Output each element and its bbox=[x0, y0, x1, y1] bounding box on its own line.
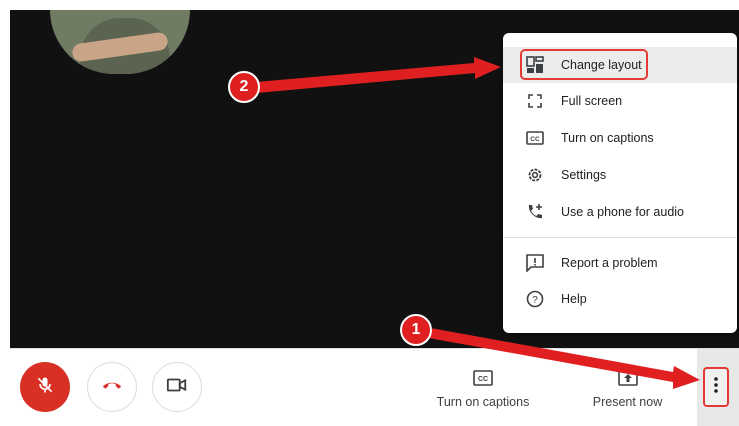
menu-item-use-phone-audio[interactable]: Use a phone for audio bbox=[503, 194, 737, 230]
hangup-phone-icon bbox=[101, 378, 123, 396]
captions-label: Turn on captions bbox=[436, 395, 530, 409]
menu-item-label: Report a problem bbox=[561, 256, 658, 270]
participant-avatar bbox=[50, 10, 190, 74]
menu-item-label: Use a phone for audio bbox=[561, 205, 685, 219]
mic-toggle-button[interactable] bbox=[20, 362, 70, 412]
turn-on-captions-button[interactable]: CC Turn on captions bbox=[428, 367, 538, 409]
options-menu: Change layout Full screen CC Turn on cap… bbox=[503, 33, 737, 333]
hangup-button[interactable] bbox=[87, 362, 137, 412]
menu-item-label: Full screen bbox=[561, 94, 623, 108]
menu-item-settings[interactable]: Settings bbox=[503, 157, 737, 193]
annotation-badge-1: 1 bbox=[400, 314, 432, 346]
more-vert-icon bbox=[714, 376, 718, 398]
captions-icon: CC bbox=[473, 367, 493, 389]
svg-text:CC: CC bbox=[478, 376, 488, 383]
menu-item-label: Turn on captions bbox=[561, 131, 654, 145]
annotation-badge-2: 2 bbox=[228, 71, 260, 103]
menu-item-report-problem[interactable]: Report a problem bbox=[503, 245, 737, 281]
fullscreen-icon bbox=[525, 91, 545, 111]
present-now-button[interactable]: Present now bbox=[585, 367, 670, 409]
phone-add-icon bbox=[525, 202, 545, 222]
menu-item-full-screen[interactable]: Full screen bbox=[503, 83, 737, 119]
present-screen-icon bbox=[617, 367, 638, 389]
menu-item-label: Help bbox=[561, 292, 587, 306]
present-label: Present now bbox=[592, 395, 663, 409]
meeting-toolbar: CC Turn on captions Present now bbox=[10, 348, 739, 426]
help-icon: ? bbox=[525, 289, 545, 309]
more-options-area bbox=[697, 349, 739, 426]
change-layout-highlight bbox=[520, 49, 648, 80]
menu-divider bbox=[503, 237, 737, 238]
camera-toggle-button[interactable] bbox=[152, 362, 202, 412]
menu-item-help[interactable]: ? Help bbox=[503, 281, 737, 317]
menu-item-label: Settings bbox=[561, 168, 607, 182]
report-problem-icon bbox=[525, 253, 545, 273]
settings-gear-icon bbox=[525, 165, 545, 185]
more-options-button[interactable] bbox=[703, 367, 729, 407]
mic-off-icon bbox=[35, 375, 55, 400]
captions-icon: CC bbox=[525, 128, 545, 148]
svg-text:?: ? bbox=[532, 295, 538, 306]
menu-item-turn-on-captions[interactable]: CC Turn on captions bbox=[503, 120, 737, 156]
camera-icon bbox=[166, 377, 188, 398]
svg-text:CC: CC bbox=[530, 136, 540, 143]
